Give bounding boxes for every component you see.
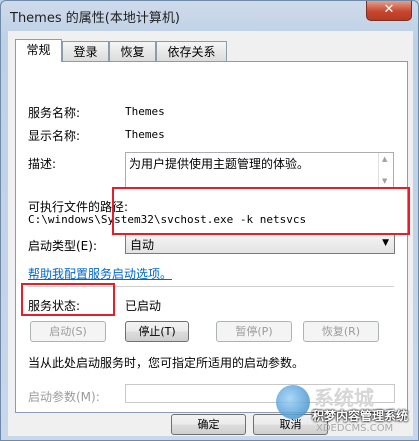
stop-button[interactable]: 停止(T): [125, 321, 189, 342]
status-label: 服务状态:: [28, 299, 81, 313]
service-name-value: Themes: [125, 105, 165, 118]
resume-button[interactable]: 恢复(R): [303, 321, 379, 342]
display-name-label: 显示名称:: [28, 129, 81, 143]
description-box[interactable]: 为用户提供使用主题管理的体验。 ▲ ▼: [125, 152, 394, 188]
watermark: 系统城 积梦内容管理系统 XDEDCMS.COM: [276, 379, 416, 439]
scroll-down-icon[interactable]: ▼: [382, 177, 387, 185]
separator: [28, 286, 394, 287]
startup-type-label: 启动类型(E):: [28, 239, 97, 253]
description-scrollbar[interactable]: ▲ ▼: [378, 153, 393, 187]
description-text: 为用户提供使用主题管理的体验。: [129, 157, 310, 171]
chevron-down-icon: ▼: [382, 238, 389, 248]
hint-text: 当从此处启动服务时，您可指定所适用的启动参数。: [28, 356, 305, 370]
ok-button[interactable]: 确定: [171, 414, 246, 435]
path-value: C:\windows\System32\svchost.exe -k netsv…: [28, 213, 307, 225]
tab-dependencies[interactable]: 依存关系: [156, 41, 227, 61]
title-bar[interactable]: Themes 的属性(本地计算机) ✕: [1, 1, 418, 31]
close-icon: ✕: [383, 2, 395, 17]
help-link[interactable]: 帮助我配置服务启动选项。: [28, 265, 172, 282]
pause-button[interactable]: 暂停(P): [216, 321, 292, 342]
watermark-url: XDEDCMS.COM: [316, 423, 394, 434]
params-label: 启动参数(M):: [28, 390, 100, 404]
startup-type-value: 自动: [130, 238, 155, 252]
close-button[interactable]: ✕: [366, 1, 412, 21]
dialog-body: 常规 登录 恢复 依存关系 服务名称: Themes 显示名称: Themes …: [8, 31, 413, 436]
display-name-value: Themes: [125, 128, 165, 141]
window-title: Themes 的属性(本地计算机): [10, 11, 180, 26]
watermark-logo: [276, 385, 310, 419]
properties-window: Themes 的属性(本地计算机) ✕ 常规 登录 恢复 依存关系 服务名称: …: [0, 0, 419, 441]
tab-general[interactable]: 常规: [15, 39, 62, 62]
status-value: 已启动: [125, 299, 162, 313]
service-name-label: 服务名称:: [28, 106, 81, 120]
tab-recovery[interactable]: 恢复: [109, 41, 156, 61]
startup-type-select[interactable]: 自动 ▼: [125, 233, 395, 254]
tab-logon[interactable]: 登录: [62, 41, 109, 61]
scroll-up-icon[interactable]: ▲: [382, 155, 387, 163]
start-button[interactable]: 启动(S): [30, 321, 106, 342]
general-panel: 服务名称: Themes 显示名称: Themes 描述: 为用户提供使用主题管…: [15, 61, 408, 413]
description-label: 描述:: [28, 157, 57, 171]
watermark-subtitle: 积梦内容管理系统: [312, 409, 409, 423]
